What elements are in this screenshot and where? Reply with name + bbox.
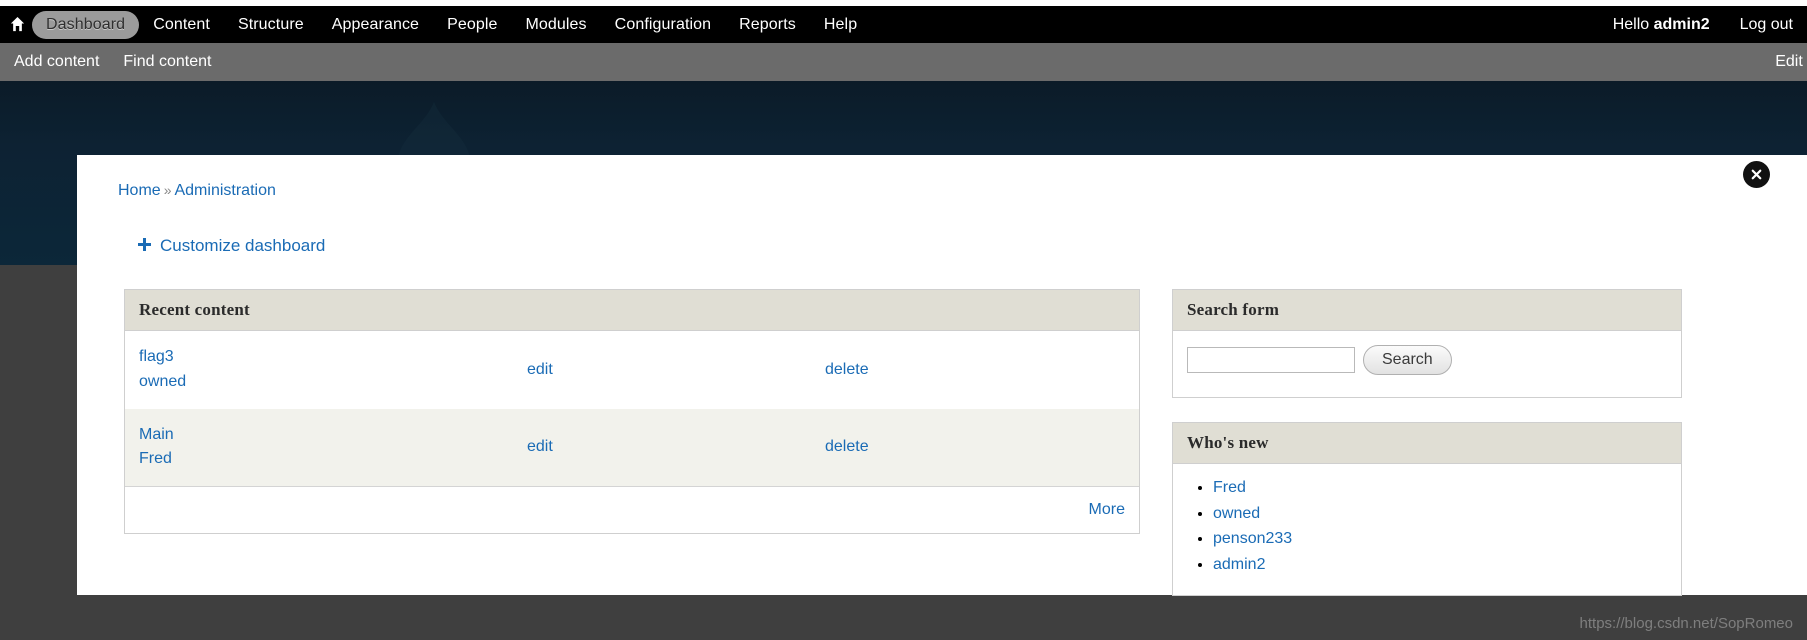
customize-dashboard-label: Customize dashboard bbox=[160, 236, 326, 255]
toolbar-item-dashboard[interactable]: Dashboard bbox=[32, 10, 140, 39]
delete-link[interactable]: delete bbox=[825, 361, 869, 378]
whos-new-body: Fred owned penson233 admin2 bbox=[1173, 464, 1681, 595]
recent-row-edit-cell: edit bbox=[513, 331, 811, 409]
watermark: https://blog.csdn.net/SopRomeo bbox=[1579, 615, 1793, 632]
node-author-link[interactable]: owned bbox=[139, 370, 499, 395]
edit-link[interactable]: edit bbox=[527, 438, 553, 455]
edit-link[interactable]: edit bbox=[527, 361, 553, 378]
breadcrumb-item-administration[interactable]: Administration bbox=[174, 182, 275, 199]
whos-new-title: Who's new bbox=[1173, 423, 1681, 464]
list-item: penson233 bbox=[1213, 527, 1667, 551]
delete-link[interactable]: delete bbox=[825, 438, 869, 455]
list-item: admin2 bbox=[1213, 553, 1667, 577]
shortcut-bar: Add content Find content Edit sho bbox=[0, 43, 1807, 81]
more-link[interactable]: More bbox=[1089, 501, 1125, 518]
breadcrumb-separator: » bbox=[163, 182, 172, 198]
user-link[interactable]: owned bbox=[1213, 505, 1260, 522]
list-item: Fred bbox=[1213, 476, 1667, 500]
breadcrumb: Home» Administration bbox=[118, 182, 276, 200]
breadcrumb-item-home[interactable]: Home bbox=[118, 182, 161, 199]
close-circle-icon[interactable] bbox=[1739, 157, 1773, 191]
recent-content-more-row: More bbox=[125, 486, 1139, 534]
greeting: Hello admin2 bbox=[1613, 16, 1710, 34]
search-form-block: Search form Search bbox=[1172, 289, 1682, 398]
admin-toolbar-user-area: Hello admin2 Log out bbox=[1613, 16, 1793, 34]
dashboard-right-column: Search form Search Who's new Fred owned … bbox=[1172, 289, 1682, 620]
admin-toolbar: Dashboard Content Structure Appearance P… bbox=[0, 6, 1807, 43]
dashboard-left-column: Recent content flag3 owned edit delete M… bbox=[124, 289, 1140, 558]
user-link[interactable]: penson233 bbox=[1213, 530, 1292, 547]
search-form-body: Search bbox=[1173, 331, 1681, 397]
table-row: Main Fred edit delete bbox=[125, 408, 1139, 487]
toolbar-item-configuration[interactable]: Configuration bbox=[601, 11, 725, 39]
recent-row-node-cell: Main Fred bbox=[125, 409, 513, 487]
search-button[interactable]: Search bbox=[1363, 345, 1452, 375]
recent-row-node-cell: flag3 owned bbox=[125, 331, 513, 409]
toolbar-item-appearance[interactable]: Appearance bbox=[318, 11, 433, 39]
toolbar-item-modules[interactable]: Modules bbox=[511, 11, 600, 39]
toolbar-item-people[interactable]: People bbox=[433, 11, 511, 39]
search-input[interactable] bbox=[1187, 347, 1355, 373]
recent-row-edit-cell: edit bbox=[513, 409, 811, 487]
recent-row-delete-cell: delete bbox=[811, 331, 1139, 409]
admin-toolbar-menu: Dashboard Content Structure Appearance P… bbox=[32, 10, 1613, 39]
user-name: admin2 bbox=[1653, 15, 1710, 33]
recent-content-title: Recent content bbox=[125, 290, 1139, 331]
whos-new-block: Who's new Fred owned penson233 admin2 bbox=[1172, 422, 1682, 596]
recent-content-more-cell: More bbox=[125, 487, 1139, 534]
user-link[interactable]: admin2 bbox=[1213, 556, 1265, 573]
greeting-prefix: Hello bbox=[1612, 15, 1654, 33]
node-title-link[interactable]: flag3 bbox=[139, 345, 499, 370]
toolbar-item-reports[interactable]: Reports bbox=[725, 11, 810, 39]
edit-shortcuts-link[interactable]: Edit sho bbox=[1775, 53, 1807, 71]
recent-row-delete-cell: delete bbox=[811, 409, 1139, 487]
toolbar-item-help[interactable]: Help bbox=[810, 11, 871, 39]
screen-root: Drupal Site Dashboard My account Log out bbox=[0, 0, 1807, 640]
search-form-title: Search form bbox=[1173, 290, 1681, 331]
table-row: flag3 owned edit delete bbox=[125, 331, 1139, 409]
list-item: owned bbox=[1213, 502, 1667, 526]
toolbar-item-structure[interactable]: Structure bbox=[224, 11, 318, 39]
node-title-link[interactable]: Main bbox=[139, 423, 499, 448]
whos-new-list: Fred owned penson233 admin2 bbox=[1187, 476, 1667, 577]
plus-icon bbox=[138, 236, 151, 256]
node-author-link[interactable]: Fred bbox=[139, 447, 499, 472]
toolbar-logout-link[interactable]: Log out bbox=[1740, 16, 1793, 34]
user-link[interactable]: Fred bbox=[1213, 479, 1246, 496]
shortcut-add-content[interactable]: Add content bbox=[2, 53, 111, 71]
shortcut-find-content[interactable]: Find content bbox=[111, 53, 223, 71]
recent-content-table: flag3 owned edit delete Main Fred edit d… bbox=[125, 331, 1139, 534]
close-icon bbox=[1742, 160, 1770, 188]
home-icon[interactable] bbox=[6, 14, 28, 36]
customize-dashboard-link[interactable]: Customize dashboard bbox=[138, 236, 325, 256]
toolbar-item-content[interactable]: Content bbox=[139, 11, 224, 39]
recent-content-block: Recent content flag3 owned edit delete M… bbox=[124, 289, 1140, 535]
